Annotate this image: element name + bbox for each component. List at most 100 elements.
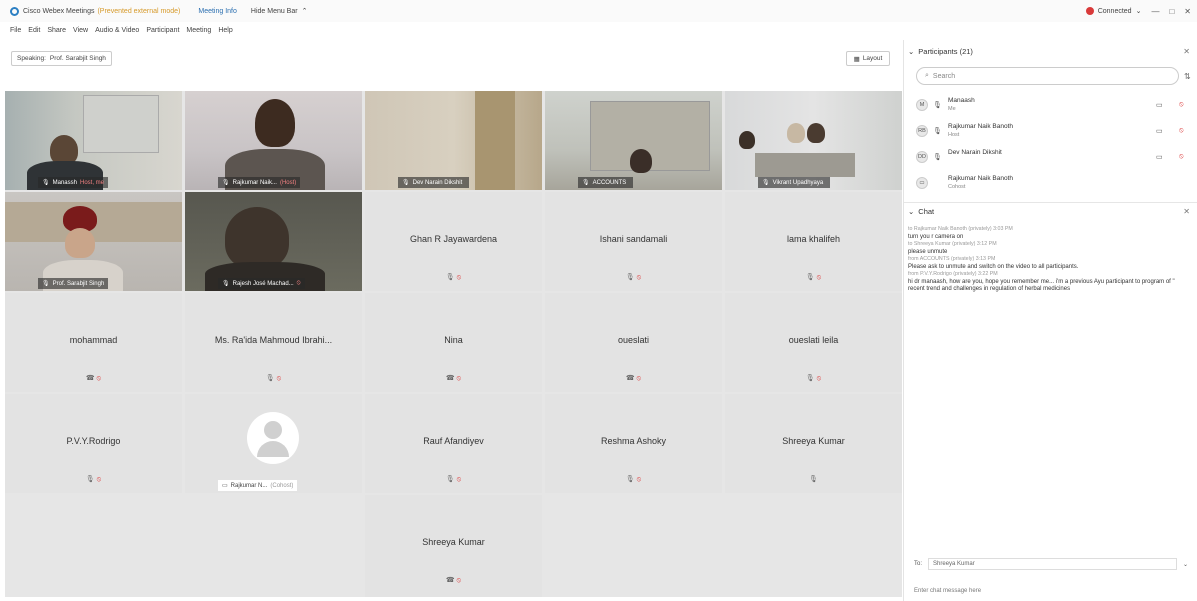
tile-status-icons: 🎙 ⦸: [545, 475, 722, 484]
camera-icon[interactable]: ▭: [1156, 127, 1163, 135]
participant-tile[interactable]: Rauf Afandiyev 🎙 ⦸: [365, 394, 542, 493]
mute-icon[interactable]: ⦸: [1179, 127, 1184, 135]
participant-tile[interactable]: oueslati ☎ ⦸: [545, 293, 722, 392]
participant-list-item[interactable]: ▭ Rajkumar Naik Banoth Cohost: [912, 171, 1190, 196]
mute-icon[interactable]: ⦸: [1179, 153, 1184, 161]
chat-header[interactable]: ⌄ Chat ✕: [904, 202, 1197, 220]
close-button[interactable]: ✕: [1184, 7, 1191, 16]
curtain: [475, 91, 515, 190]
participant-name: Ghan R Jayawardena: [409, 234, 498, 244]
participant-tile[interactable]: Ms. Ra'ida Mahmoud Ibrahi... 🎙 ⦸: [185, 293, 362, 392]
participant-tile[interactable]: Ghan R Jayawardena 🎙 ⦸: [365, 192, 542, 291]
avatar-tile[interactable]: ▭ Rajkumar N... (Cohost): [185, 394, 362, 493]
participant-name: lama khalifeh: [786, 234, 841, 244]
chat-to-label: To:: [914, 561, 923, 567]
layout-button[interactable]: ▦ Layout: [846, 51, 890, 66]
menu-share[interactable]: Share: [47, 27, 66, 34]
menu-view[interactable]: View: [73, 27, 88, 34]
avatar-head: [264, 421, 282, 439]
search-placeholder: Search: [932, 72, 956, 80]
menu-audio-video[interactable]: Audio & Video: [95, 27, 139, 34]
connection-label: Connected: [1097, 7, 1132, 15]
menu-meeting[interactable]: Meeting: [186, 27, 211, 34]
participant-name: Reshma Ashoky: [600, 436, 667, 446]
participant-search-input[interactable]: ⌕ Search: [916, 67, 1179, 85]
speaking-indicator: Speaking: Prof. Sarabjit Singh: [11, 51, 112, 66]
video-feed: [5, 91, 182, 190]
video-tile[interactable]: 🎙 Dev Narain Dikshit: [365, 91, 542, 190]
chat-title: Chat: [918, 207, 935, 216]
tile-status-icons: ☎ ⦸: [545, 374, 722, 383]
menu-participant[interactable]: Participant: [146, 27, 179, 34]
video-name-label: ▭ Rajkumar N... (Cohost): [218, 480, 298, 491]
participant-tile[interactable]: Shreeya Kumar ☎ ⦸: [365, 495, 542, 597]
participant-list-item[interactable]: RB 🎙 Rajkumar Naik Banoth Host ▭ ⦸: [912, 119, 1190, 144]
camera-icon[interactable]: ▭: [1156, 101, 1163, 109]
video-grid: 🎙 Manassh Host, me 🎙 Rajkumar Naik... (Host)…: [5, 91, 902, 597]
video-tile-active-speaker[interactable]: 🎙 Prof. Sarabjit Singh: [5, 192, 182, 291]
participant-name: Ishani sandamali: [599, 234, 668, 244]
window-right-controls: Connected ⌄ — □ ✕: [1085, 0, 1191, 22]
chat-message-input[interactable]: Enter chat message here: [914, 584, 1188, 598]
sort-icon[interactable]: ⇅: [1184, 72, 1191, 81]
video-feed: [545, 91, 722, 190]
menu-file[interactable]: File: [10, 27, 21, 34]
video-tile[interactable]: 🎙 Manassh Host, me: [5, 91, 182, 190]
video-tile[interactable]: 🎙 Rajesh José Machad... ⦸: [185, 192, 362, 291]
screen-icon: ▭: [222, 483, 228, 489]
participant-tile[interactable]: Ishani sandamali 🎙 ⦸: [545, 192, 722, 291]
video-feed: [185, 192, 362, 291]
participant-tile[interactable]: Reshma Ashoky 🎙 ⦸: [545, 394, 722, 493]
close-icon[interactable]: ✕: [1183, 47, 1190, 56]
mute-icon: ⦸: [456, 375, 462, 382]
chevron-down-icon: ⌄: [1182, 561, 1188, 568]
chat-message: from ACCOUNTS (privately) 3:13 PM Please …: [908, 256, 1079, 270]
mute-icon: ⦸: [296, 280, 301, 286]
meeting-info-button[interactable]: Meeting Info: [198, 8, 237, 15]
mute-icon: ⦸: [816, 274, 822, 281]
participant-list-item[interactable]: M 🎙 Manaash Me ▭ ⦸: [912, 93, 1190, 118]
maximize-button[interactable]: □: [1169, 7, 1174, 16]
participant-list-item[interactable]: DD 🎙 Dev Narain Dikshit ▭ ⦸: [912, 145, 1190, 170]
mic-icon: 🎙: [762, 180, 770, 186]
participant-tile[interactable]: P.V.Y.Rodrigo 🎙 ⦸: [5, 394, 182, 493]
video-feed: [365, 91, 542, 190]
webex-window: Cisco Webex Meetings (Prevented external…: [0, 0, 1197, 601]
participant-tile[interactable]: Shreeya Kumar 🎙: [725, 394, 902, 493]
video-tile[interactable]: 🎙 ACCOUNTS: [545, 91, 722, 190]
mute-icon[interactable]: ⦸: [1179, 101, 1184, 109]
mic-icon: 🎙: [933, 154, 942, 161]
chevron-up-icon[interactable]: ⌃: [302, 7, 308, 15]
connection-status[interactable]: Connected ⌄: [1085, 7, 1141, 15]
participants-header[interactable]: ⌄ Participants (21) ✕: [904, 42, 1197, 60]
video-name-label: 🎙 ACCOUNTS: [578, 177, 634, 188]
participant-name: P.V.Y.Rodrigo: [66, 436, 121, 446]
participant-tile[interactable]: lama khalifeh 🎙 ⦸: [725, 192, 902, 291]
video-tile[interactable]: 🎙 Vikrant Upadhyaya: [725, 91, 902, 190]
mic-icon: 🎙: [933, 128, 942, 135]
chat-recipient-select[interactable]: Shreeya Kumar: [928, 558, 1177, 570]
participant-tile[interactable]: Nina ☎ ⦸: [365, 293, 542, 392]
participant-video-person: [225, 207, 289, 269]
avatar: [247, 412, 299, 464]
video-tile[interactable]: 🎙 Rajkumar Naik... (Host): [185, 91, 362, 190]
mic-icon: 🎙: [222, 281, 230, 287]
webex-logo-icon: [10, 6, 19, 16]
mic-icon: 🎙: [625, 274, 635, 281]
tile-status-icons: 🎙 ⦸: [365, 273, 542, 282]
minimize-button[interactable]: —: [1151, 7, 1159, 16]
layout-label: Layout: [862, 55, 883, 62]
tile-status-icons: 🎙 ⦸: [365, 475, 542, 484]
side-panel: ⌄ Participants (21) ✕ ⌕ Search ⇅ M 🎙 Man…: [903, 40, 1197, 601]
menu-edit[interactable]: Edit: [28, 27, 40, 34]
hide-menu-bar-button[interactable]: Hide Menu Bar: [251, 8, 298, 15]
menu-help[interactable]: Help: [218, 27, 232, 34]
mic-icon: 🎙: [265, 375, 275, 382]
video-feed: [5, 192, 182, 291]
participant-tile[interactable]: oueslati leila 🎙 ⦸: [725, 293, 902, 392]
video-name-label: 🎙 Vikrant Upadhyaya: [758, 177, 831, 188]
participant-tile[interactable]: mohammad ☎ ⦸: [5, 293, 182, 392]
wall-frame: [83, 95, 159, 153]
close-icon[interactable]: ✕: [1183, 207, 1190, 216]
camera-icon[interactable]: ▭: [1156, 153, 1163, 161]
